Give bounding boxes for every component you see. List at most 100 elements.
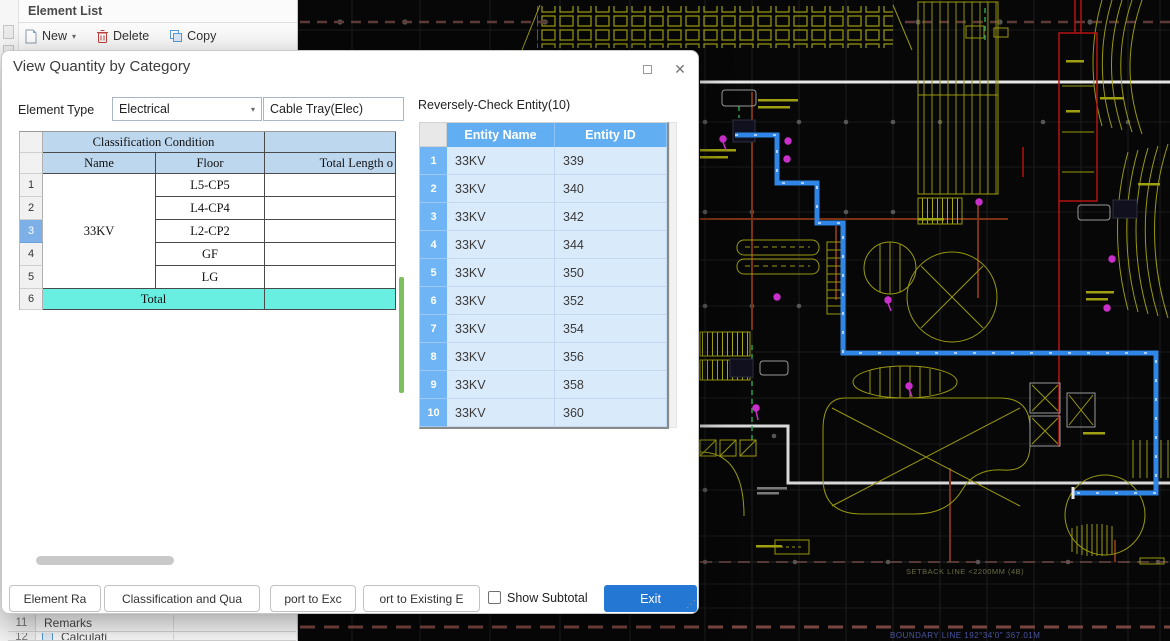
exit-button[interactable]: Exit	[604, 585, 697, 612]
row-number-cell[interactable]: 1	[20, 174, 43, 197]
entity-rownum-cell[interactable]: 3	[420, 203, 447, 231]
show-subtotal-checkbox[interactable]	[488, 591, 501, 604]
row-label: Calculati	[53, 633, 107, 641]
entity-rownum-cell[interactable]: 1	[420, 147, 447, 175]
maximize-button[interactable]	[638, 60, 656, 78]
resize-grip-icon[interactable]: ⋰	[686, 599, 696, 610]
entity-id-cell[interactable]: 360	[555, 399, 667, 427]
qty-cell[interactable]	[265, 266, 396, 289]
entity-id-cell[interactable]: 354	[555, 315, 667, 343]
total-cell[interactable]: Total	[43, 289, 265, 310]
row-number: 11	[8, 615, 36, 631]
trash-icon	[96, 29, 109, 44]
entity-name-cell[interactable]: 33KV	[447, 343, 555, 371]
entity-id-cell[interactable]: 358	[555, 371, 667, 399]
entity-rownum-cell[interactable]: 9	[420, 371, 447, 399]
floor-cell[interactable]: L5-CP5	[156, 174, 265, 197]
close-button[interactable]: ✕	[671, 60, 689, 78]
entity-rownum-cell[interactable]: 8	[420, 343, 447, 371]
divider	[173, 615, 174, 631]
new-button[interactable]: New ▾	[24, 29, 76, 44]
qty-cell[interactable]	[265, 197, 396, 220]
boundary-line-label: BOUNDARY LINE 192°34'0" 367.01M	[890, 631, 1040, 640]
corner-cell	[420, 123, 447, 147]
view-quantity-dialog: View Quantity by Category ✕ Element Type…	[1, 50, 699, 614]
setback-line-label: SETBACK LINE <2200MM (4B)	[906, 567, 1024, 576]
entity-rownum-cell[interactable]: 4	[420, 231, 447, 259]
group-header-cell: Classification Condition	[43, 132, 265, 153]
entity-rownum-cell[interactable]: 10	[420, 399, 447, 427]
qty-cell[interactable]	[265, 174, 396, 197]
row-number-cell[interactable]: 6	[20, 289, 43, 310]
entity-name-column-header[interactable]: Entity Name	[447, 123, 555, 147]
floor-cell[interactable]: LG	[156, 266, 265, 289]
entity-name-cell[interactable]: 33KV	[447, 371, 555, 399]
row-number-cell[interactable]: 2	[20, 197, 43, 220]
export-to-existing-excel-button[interactable]: ort to Existing E	[363, 585, 480, 612]
copy-button[interactable]: Copy	[169, 29, 216, 43]
element-subtype-select[interactable]: Cable Tray(Elec)	[263, 97, 404, 121]
chevron-down-icon: ▾	[251, 105, 255, 114]
row-number-cell[interactable]: 5	[20, 266, 43, 289]
element-type-select[interactable]: Electrical ▾	[112, 97, 262, 121]
property-row-remarks[interactable]: 11 Remarks	[8, 615, 296, 632]
entity-rownum-cell[interactable]: 5	[420, 259, 447, 287]
entity-name-cell[interactable]: 33KV	[447, 259, 555, 287]
parking-grid	[537, 6, 893, 48]
entity-id-cell[interactable]: 356	[555, 343, 667, 371]
checkbox-icon[interactable]	[42, 633, 53, 641]
floor-cell[interactable]: L4-CP4	[156, 197, 265, 220]
entity-name-cell[interactable]: 33KV	[447, 147, 555, 175]
element-range-button[interactable]: Element Ra	[9, 585, 101, 612]
entity-table-scrollbar-track[interactable]	[669, 122, 677, 428]
entity-id-cell[interactable]: 352	[555, 287, 667, 315]
entity-name-cell[interactable]: 33KV	[447, 175, 555, 203]
floor-cell[interactable]: L2-CP2	[156, 220, 265, 243]
scroll-indicator-bar	[399, 277, 404, 393]
entity-name-cell[interactable]: 33KV	[447, 315, 555, 343]
close-icon: ✕	[674, 62, 686, 76]
entity-rownum-cell[interactable]: 7	[420, 315, 447, 343]
qty-cell[interactable]	[265, 220, 396, 243]
delete-button-label: Delete	[113, 29, 149, 43]
gutter-tab[interactable]	[3, 25, 14, 39]
element-type-value: Electrical	[119, 102, 170, 116]
element-subtype-value: Cable Tray(Elec)	[270, 102, 363, 116]
entity-id-cell[interactable]: 350	[555, 259, 667, 287]
name-cell-merged[interactable]: 33KV	[43, 174, 156, 289]
entity-name-cell[interactable]: 33KV	[447, 203, 555, 231]
copy-button-label: Copy	[187, 29, 216, 43]
entity-id-cell[interactable]: 339	[555, 147, 667, 175]
entity-name-cell[interactable]: 33KV	[447, 287, 555, 315]
delete-button[interactable]: Delete	[96, 29, 149, 44]
classification-table: Classification Condition Name Floor Tota…	[19, 131, 396, 310]
entity-name-cell[interactable]: 33KV	[447, 231, 555, 259]
floor-cell[interactable]: GF	[156, 243, 265, 266]
row-label: Remarks	[36, 616, 92, 630]
qty-column-header: Total Length o	[265, 153, 396, 174]
row-number: 12	[8, 633, 36, 640]
horizontal-scrollbar-thumb[interactable]	[36, 556, 174, 565]
floor-column-header: Floor	[156, 153, 265, 174]
entity-rownum-cell[interactable]: 2	[420, 175, 447, 203]
row-number-cell[interactable]: 4	[20, 243, 43, 266]
entity-table: Entity Name Entity ID 1 33KV 339 2 33KV …	[419, 122, 669, 429]
new-document-icon	[24, 29, 38, 44]
entity-id-cell[interactable]: 342	[555, 203, 667, 231]
entity-id-cell[interactable]: 340	[555, 175, 667, 203]
classification-quantity-button[interactable]: Classification and Qua	[104, 585, 260, 612]
total-qty-cell[interactable]	[265, 289, 396, 310]
row-number-cell-selected[interactable]: 3	[20, 220, 43, 243]
property-row-calculation[interactable]: 12 Calculati	[8, 633, 296, 641]
divider	[18, 22, 297, 23]
entity-id-cell[interactable]: 344	[555, 231, 667, 259]
name-column-header: Name	[43, 153, 156, 174]
new-button-label: New	[42, 29, 67, 43]
qty-cell[interactable]	[265, 243, 396, 266]
entity-rownum-cell[interactable]: 6	[420, 287, 447, 315]
chevron-down-icon[interactable]: ▾	[72, 32, 76, 41]
element-list-toolbar: New ▾ Delete Copy	[24, 25, 216, 47]
entity-id-column-header[interactable]: Entity ID	[555, 123, 667, 147]
entity-name-cell[interactable]: 33KV	[447, 399, 555, 427]
export-to-excel-button[interactable]: port to Exc	[270, 585, 356, 612]
